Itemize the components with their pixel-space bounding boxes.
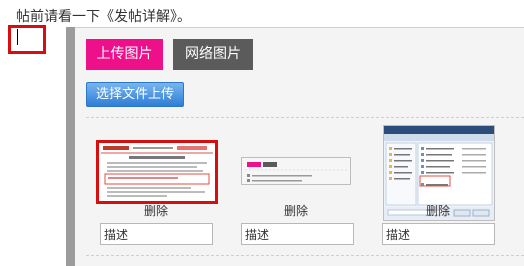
notice-text: 帖前请看一下《发帖详解》。 <box>16 9 191 25</box>
delete-image-link[interactable]: 删除 <box>426 202 450 219</box>
image-thumbnail[interactable] <box>241 157 351 185</box>
image-thumbnail[interactable] <box>96 140 218 204</box>
panel-side-bar <box>66 27 75 266</box>
divider <box>86 255 524 256</box>
highlight-box <box>8 25 46 54</box>
image-description-input[interactable] <box>241 223 354 245</box>
tab-web-image[interactable]: 网络图片 <box>173 39 253 70</box>
upload-ui-screenshot-icon <box>242 158 350 184</box>
image-description-input[interactable] <box>382 223 495 245</box>
divider <box>86 117 524 118</box>
webpage-screenshot-icon <box>99 143 215 201</box>
image-description-input[interactable] <box>100 223 213 245</box>
choose-file-button[interactable]: 选择文件上传 <box>86 82 184 107</box>
delete-image-link[interactable]: 删除 <box>284 202 308 219</box>
text-cursor <box>17 29 18 45</box>
image-upload-panel: 上传图片 网络图片 选择文件上传 删除 删除 删除 描述 描述 描述 <box>75 27 524 266</box>
delete-image-link[interactable]: 删除 <box>144 202 168 219</box>
tab-upload-image[interactable]: 上传图片 <box>86 39 163 70</box>
